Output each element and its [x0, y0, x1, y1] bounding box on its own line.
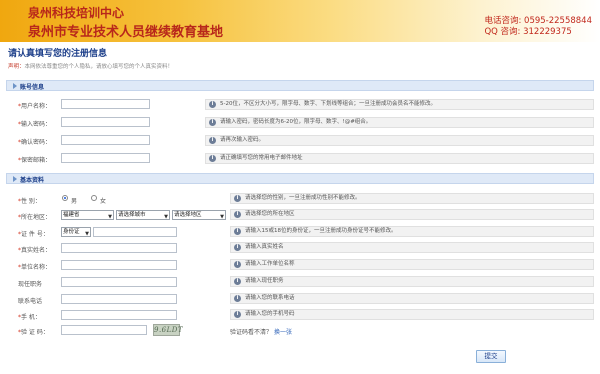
mobile-label: *手 机：: [18, 314, 41, 321]
username-label: *用户名称：: [18, 103, 52, 110]
mobile-input[interactable]: [61, 310, 177, 320]
gender-male-radio[interactable]: [62, 195, 68, 201]
phone-label: 电话咨询:: [484, 16, 522, 26]
id-number-input[interactable]: [93, 227, 177, 237]
id-hint: i 请输入15或18位的身份证，一旦注册成功身份证号不能修改。: [230, 226, 594, 237]
chevron-down-icon: ▼: [164, 214, 168, 220]
chevron-down-icon: ▼: [108, 214, 112, 220]
info-icon: i: [209, 137, 216, 144]
id-label: *证 件 号：: [18, 231, 49, 238]
username-hint: i 5-20位，不区分大小写，限字母、数字、下划线等组合；一旦注册成功会员名不能修…: [205, 99, 594, 110]
section-header-account: 账号信息: [6, 80, 594, 91]
username-input[interactable]: [61, 99, 150, 109]
qq-label: QQ 咨询:: [484, 27, 521, 37]
header-banner: 泉州科技培训中心 泉州市专业技术人员继续教育基地 电话咨询: 0595-2255…: [0, 0, 600, 42]
info-icon: i: [234, 195, 241, 202]
info-icon: i: [234, 228, 241, 235]
email-hint: i 请正确填写您的常用电子邮件地址: [205, 153, 594, 164]
password-input[interactable]: [61, 117, 150, 127]
confirm-password-input[interactable]: [61, 135, 150, 145]
section-header-basic: 基本资料: [6, 173, 594, 184]
real-name-hint: i 请输入真实姓名: [230, 242, 594, 253]
arrow-right-icon: [13, 83, 17, 89]
arrow-right-icon: [13, 176, 17, 182]
info-icon: i: [234, 311, 241, 318]
privacy-notice: 声明：本网依法尊重您的个人隐私，请放心填写您的个人真实资料！: [8, 62, 173, 70]
company-label: *单位名称：: [18, 264, 52, 271]
region-label: *所在地区：: [18, 214, 52, 221]
province-select[interactable]: 福建省 ▼: [61, 210, 114, 220]
confirm-password-label: *确认密码：: [18, 139, 52, 146]
captcha-hint: 验证码看不清？ 换一张: [230, 329, 292, 336]
info-icon: i: [234, 211, 241, 218]
phone-input[interactable]: [61, 294, 177, 304]
chevron-down-icon: ▼: [85, 231, 89, 237]
contact-info: 电话咨询: 0595-22558844 QQ 咨询: 312229375: [484, 16, 592, 38]
refresh-captcha-link[interactable]: 换一张: [274, 329, 292, 336]
confirm-password-hint: i 请再次输入密码。: [205, 135, 594, 146]
notice-text: 本网依法尊重您的个人隐私，请放心填写您的个人真实资料！: [24, 64, 174, 70]
notice-label: 声明：: [8, 64, 25, 70]
position-hint: i 请输入现任职务: [230, 276, 594, 287]
position-label: 现任职务: [18, 281, 43, 288]
info-icon: i: [209, 155, 216, 162]
company-hint: i 请输入工作单位名称: [230, 259, 594, 270]
gender-male-label[interactable]: 男: [71, 196, 77, 205]
phone-hint: i 请输入您的联系电话: [230, 293, 594, 304]
submit-button[interactable]: 提交: [476, 350, 506, 363]
city-select[interactable]: 请选择城市 ▼: [116, 210, 170, 220]
info-icon: i: [234, 278, 241, 285]
real-name-input[interactable]: [61, 243, 177, 253]
gender-hint: i 请选择您的性别，一旦注册成功性别不能修改。: [230, 193, 594, 204]
org-name: 泉州科技培训中心: [28, 6, 125, 20]
info-icon: i: [234, 295, 241, 302]
phone-label: 联系电话: [18, 298, 43, 305]
info-icon: i: [209, 101, 216, 108]
gender-female-radio[interactable]: [91, 195, 97, 201]
region-hint: i 请选择您的所在地区: [230, 209, 594, 220]
info-icon: i: [234, 261, 241, 268]
position-input[interactable]: [61, 277, 177, 287]
captcha-image[interactable]: 9.6LDT: [153, 324, 183, 336]
section-title: 账号信息: [20, 84, 45, 91]
mobile-hint: i 请输入您的手机号码: [230, 309, 594, 320]
gender-label: *性 别：: [18, 198, 41, 205]
email-label: *保密邮箱：: [18, 157, 52, 164]
real-name-label: *真实姓名：: [18, 247, 52, 254]
captcha-input[interactable]: [61, 325, 147, 335]
gender-female-label[interactable]: 女: [100, 196, 106, 205]
phone-number: 0595-22558844: [524, 16, 592, 26]
captcha-label: *验 证 码：: [18, 329, 49, 336]
chevron-down-icon: ▼: [220, 214, 224, 220]
org-subtitle: 泉州市专业技术人员继续教育基地: [28, 25, 224, 40]
id-type-select[interactable]: 身份证 ▼: [61, 227, 91, 237]
page-title: 请认真填写您的注册信息: [8, 49, 108, 59]
district-select[interactable]: 请选择地区 ▼: [172, 210, 226, 220]
info-icon: i: [209, 119, 216, 126]
info-icon: i: [234, 244, 241, 251]
password-label: *输入密码：: [18, 121, 52, 128]
section-title: 基本资料: [20, 177, 45, 184]
password-hint: i 请输入密码，密码长度为6-20位，限字母、数字、!@#组合。: [205, 117, 594, 128]
qq-number: 312229375: [523, 27, 572, 37]
email-input[interactable]: [61, 153, 150, 163]
company-input[interactable]: [61, 260, 177, 270]
